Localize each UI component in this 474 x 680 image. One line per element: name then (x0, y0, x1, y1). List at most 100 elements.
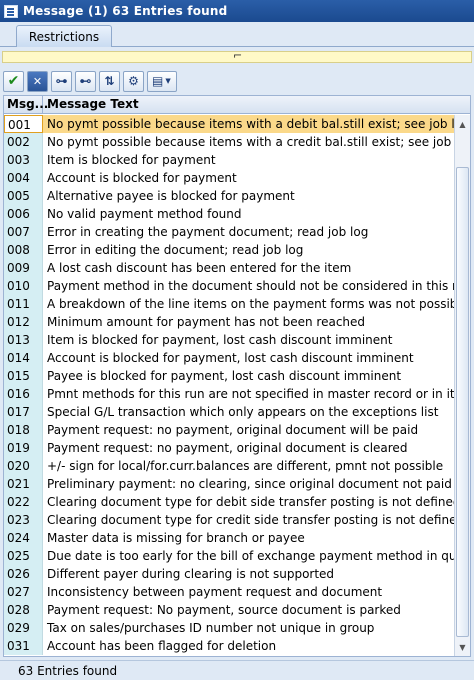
table-row[interactable]: 031 Account has been flagged for deletion (4, 637, 454, 655)
message-text-cell[interactable]: Minimum amount for payment has not been … (43, 313, 454, 331)
message-number-cell[interactable]: 014 (4, 349, 43, 367)
message-text-cell[interactable]: A lost cash discount has been entered fo… (43, 259, 454, 277)
table-row[interactable]: 012 Minimum amount for payment has not be… (4, 313, 454, 331)
message-number-cell[interactable]: 023 (4, 511, 43, 529)
message-text-cell[interactable]: Item is blocked for payment, lost cash d… (43, 331, 454, 349)
message-number-cell[interactable]: 025 (4, 547, 43, 565)
scroll-thumb[interactable] (456, 167, 469, 637)
message-text-cell[interactable]: Payment request: no payment, original do… (43, 439, 454, 457)
message-number-cell[interactable]: 009 (4, 259, 43, 277)
message-text-cell[interactable]: No pymt possible because items with a de… (43, 115, 454, 133)
message-text-cell[interactable]: Payment request: no payment, original do… (43, 421, 454, 439)
message-text-cell[interactable]: Payment request: No payment, source docu… (43, 601, 454, 619)
message-text-cell[interactable]: Alternative payee is blocked for payment (43, 187, 454, 205)
message-number-cell[interactable]: 008 (4, 241, 43, 259)
message-text-cell[interactable]: Account is blocked for payment (43, 169, 454, 187)
message-number-cell[interactable]: 029 (4, 619, 43, 637)
message-number-cell[interactable]: 003 (4, 151, 43, 169)
message-number-cell[interactable]: 017 (4, 403, 43, 421)
message-text-cell[interactable]: Item is blocked for payment (43, 151, 454, 169)
table-row[interactable]: 009 A lost cash discount has been entered… (4, 259, 454, 277)
settings-button[interactable]: ⚙ (123, 70, 144, 92)
vertical-scrollbar[interactable]: ▲ ▼ (454, 115, 470, 656)
find-next-button[interactable]: ⊷ (75, 70, 96, 92)
table-row[interactable]: 021 Preliminary payment: no clearing, sin… (4, 475, 454, 493)
message-text-cell[interactable]: Clearing document type for credit side t… (43, 511, 454, 529)
message-number-cell[interactable]: 027 (4, 583, 43, 601)
message-number-cell[interactable]: 010 (4, 277, 43, 295)
find-button[interactable]: ⊶ (51, 70, 72, 92)
message-text-cell[interactable]: Clearing document type for debit side tr… (43, 493, 454, 511)
message-number-cell[interactable]: 019 (4, 439, 43, 457)
message-text-cell[interactable]: No pymt possible because items with a cr… (43, 133, 454, 151)
message-number-cell[interactable]: 005 (4, 187, 43, 205)
table-row[interactable]: 020 +/- sign for local/for.curr.balances … (4, 457, 454, 475)
message-number-cell[interactable]: 028 (4, 601, 43, 619)
accept-button[interactable]: ✔ (3, 70, 24, 92)
sort-button[interactable]: ⇅ (99, 70, 120, 92)
message-number-cell[interactable]: 018 (4, 421, 43, 439)
message-text-cell[interactable]: Different payer during clearing is not s… (43, 565, 454, 583)
message-text-cell[interactable]: Pmnt methods for this run are not specif… (43, 385, 454, 403)
table-row[interactable]: 011 A breakdown of the line items on the … (4, 295, 454, 313)
table-row[interactable]: 004 Account is blocked for payment (4, 169, 454, 187)
table-row[interactable]: 002 No pymt possible because items with a… (4, 133, 454, 151)
message-text-cell[interactable]: +/- sign for local/for.curr.balances are… (43, 457, 454, 475)
message-text-cell[interactable]: Payee is blocked for payment, lost cash … (43, 367, 454, 385)
message-text-cell[interactable]: No valid payment method found (43, 205, 454, 223)
message-number-cell[interactable]: 002 (4, 133, 43, 151)
table-row[interactable]: 014 Account is blocked for payment, lost … (4, 349, 454, 367)
message-number-cell[interactable]: 004 (4, 169, 43, 187)
table-row[interactable]: 015 Payee is blocked for payment, lost ca… (4, 367, 454, 385)
table-row[interactable]: 028 Payment request: No payment, source d… (4, 601, 454, 619)
message-text-cell[interactable]: Account has been flagged for deletion (43, 637, 454, 655)
table-row[interactable]: 029 Tax on sales/purchases ID number not … (4, 619, 454, 637)
column-header-msg[interactable]: Msg... (4, 96, 48, 113)
table-row[interactable]: 017 Special G/L transaction which only ap… (4, 403, 454, 421)
message-text-cell[interactable]: Special G/L transaction which only appea… (43, 403, 454, 421)
table-row[interactable]: 007 Error in creating the payment documen… (4, 223, 454, 241)
message-text-cell[interactable]: Payment method in the document should no… (43, 277, 454, 295)
message-text-cell[interactable]: Tax on sales/purchases ID number not uni… (43, 619, 454, 637)
table-row[interactable]: 018 Payment request: no payment, original… (4, 421, 454, 439)
message-text-cell[interactable]: A breakdown of the line items on the pay… (43, 295, 454, 313)
message-number-cell[interactable]: 013 (4, 331, 43, 349)
message-text-cell[interactable]: Account is blocked for payment, lost cas… (43, 349, 454, 367)
table-row[interactable]: 001 No pymt possible because items with a… (4, 115, 454, 133)
table-row[interactable]: 025 Due date is too early for the bill of… (4, 547, 454, 565)
table-row[interactable]: 013 Item is blocked for payment, lost cas… (4, 331, 454, 349)
message-number-cell[interactable]: 006 (4, 205, 43, 223)
message-number-cell[interactable]: 024 (4, 529, 43, 547)
message-number-cell[interactable]: 031 (4, 637, 43, 655)
column-header-message-text[interactable]: Message Text (43, 96, 470, 113)
table-row[interactable]: 024 Master data is missing for branch or … (4, 529, 454, 547)
restrictions-collapse-bar[interactable]: ⌐ (2, 49, 472, 63)
table-row[interactable]: 010 Payment method in the document should… (4, 277, 454, 295)
message-number-cell[interactable]: 016 (4, 385, 43, 403)
table-row[interactable]: 005 Alternative payee is blocked for paym… (4, 187, 454, 205)
table-row[interactable]: 003 Item is blocked for payment (4, 151, 454, 169)
table-row[interactable]: 027 Inconsistency between payment request… (4, 583, 454, 601)
message-number-cell[interactable]: 001 (4, 115, 43, 133)
message-number-cell[interactable]: 020 (4, 457, 43, 475)
cancel-button[interactable]: ✕ (27, 70, 48, 92)
scroll-down-icon[interactable]: ▼ (456, 640, 469, 654)
table-row[interactable]: 016 Pmnt methods for this run are not spe… (4, 385, 454, 403)
message-text-cell[interactable]: Inconsistency between payment request an… (43, 583, 454, 601)
print-button[interactable]: ▤ ▼ (147, 70, 177, 92)
tab-restrictions[interactable]: Restrictions (16, 25, 112, 47)
message-number-cell[interactable]: 026 (4, 565, 43, 583)
message-number-cell[interactable]: 012 (4, 313, 43, 331)
message-number-cell[interactable]: 011 (4, 295, 43, 313)
table-row[interactable]: 008 Error in editing the document; read j… (4, 241, 454, 259)
message-number-cell[interactable]: 015 (4, 367, 43, 385)
table-row[interactable]: 006 No valid payment method found (4, 205, 454, 223)
message-text-cell[interactable]: Error in editing the document; read job … (43, 241, 454, 259)
table-row[interactable]: 019 Payment request: no payment, original… (4, 439, 454, 457)
message-text-cell[interactable]: Preliminary payment: no clearing, since … (43, 475, 454, 493)
table-row[interactable]: 022 Clearing document type for debit side… (4, 493, 454, 511)
message-text-cell[interactable]: Error in creating the payment document; … (43, 223, 454, 241)
message-text-cell[interactable]: Master data is missing for branch or pay… (43, 529, 454, 547)
message-text-cell[interactable]: Due date is too early for the bill of ex… (43, 547, 454, 565)
scroll-up-icon[interactable]: ▲ (456, 117, 469, 131)
